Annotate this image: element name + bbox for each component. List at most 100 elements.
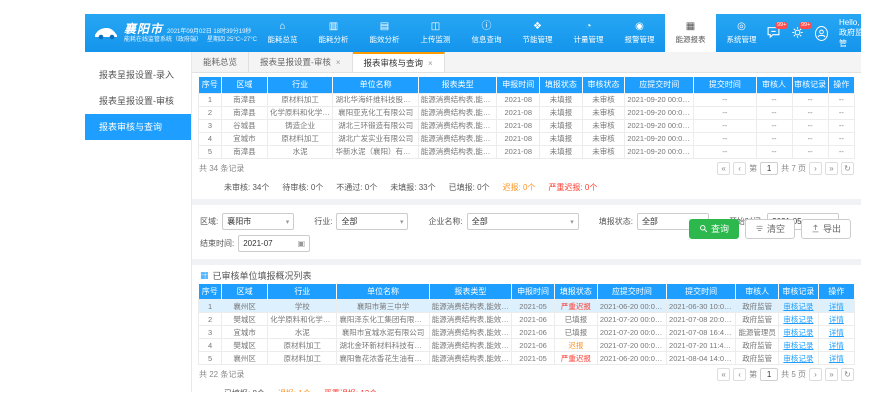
clear-button[interactable]: 清空: [745, 219, 795, 239]
region-select[interactable]: 襄阳市: [222, 213, 294, 230]
table-row[interactable]: 3宜城市水泥襄阳市宜城水泥有限公司能源消费结构表,能效指标值...2021-06…: [199, 326, 855, 339]
column-header: 填报状态: [540, 77, 583, 93]
audit-record-link[interactable]: 审核记录: [783, 341, 813, 350]
export-button[interactable]: 导出: [801, 219, 851, 239]
calendar-icon: [298, 239, 306, 248]
messages-button[interactable]: 99+: [767, 26, 780, 40]
record-count: 共 22 条记录: [199, 369, 244, 380]
tab-report-audit-query[interactable]: 报表审核与查询: [353, 52, 445, 72]
nav-energy-report[interactable]: 能源报表: [665, 14, 716, 52]
filter-field: 区域: 襄阳市: [200, 213, 294, 230]
column-header: 审核记录: [779, 284, 819, 300]
nav-energy-analysis[interactable]: 能耗分析: [308, 14, 359, 52]
table-row[interactable]: 3谷城县铸造企业湖北三环锻造有限公司能源消费结构表,能效指标值...2021-0…: [199, 119, 855, 132]
nav-label: 能源报表: [676, 34, 706, 45]
query-button[interactable]: 查询: [689, 219, 739, 239]
column-header: 审核状态: [582, 77, 625, 93]
refresh-button[interactable]: [841, 162, 854, 175]
page-prefix-label: 第: [749, 369, 757, 380]
detail-link[interactable]: 详情: [829, 354, 844, 363]
page-input[interactable]: 1: [760, 162, 778, 175]
nav-metering[interactable]: 计量管理: [563, 14, 614, 52]
stat-item: 待审核: 0个: [282, 182, 323, 193]
tab-label: 报表审核与查询: [364, 57, 424, 69]
company-select[interactable]: 全部: [467, 213, 579, 230]
refresh-button[interactable]: [841, 368, 854, 381]
page-input[interactable]: 1: [760, 368, 778, 381]
prev-page-button[interactable]: [733, 162, 746, 175]
nav-label: 能耗总览: [268, 34, 298, 45]
user-menu[interactable]: Hello,政府监管: [839, 18, 870, 49]
column-header: 序号: [199, 77, 222, 93]
table-row[interactable]: 2樊城区化学原料和化学制品制造业襄阳泽东化工集团有限公司能源消费结构表,能效指标…: [199, 313, 855, 326]
sidebar-item-label: 报表呈报设置-审核: [99, 96, 174, 106]
last-page-button[interactable]: [825, 368, 838, 381]
first-page-button[interactable]: [717, 162, 730, 175]
stat-item: 不通过: 0个: [336, 182, 377, 193]
sidebar-item-report-audit-setup[interactable]: 报表呈报设置-审核: [85, 88, 191, 114]
end-date-input[interactable]: 2021-07: [238, 235, 310, 252]
detail-link[interactable]: 详情: [829, 328, 844, 337]
alerts-button[interactable]: 99+: [791, 26, 804, 40]
divider: [192, 199, 861, 205]
sidebar-item-report-audit-query[interactable]: 报表审核与查询: [85, 114, 191, 140]
industry-select[interactable]: 全部: [336, 213, 408, 230]
pagination-table1: 共 34 条记录 第 1 共 7 页: [198, 159, 855, 178]
nav-label: 计量管理: [574, 34, 604, 45]
detail-link[interactable]: 详情: [829, 302, 844, 311]
nav-upload-monitor[interactable]: 上传监测: [410, 14, 461, 52]
clear-icon: [755, 224, 764, 233]
nav-energy-saving[interactable]: 节能管理: [512, 14, 563, 52]
table-row[interactable]: 1南漳县原材料加工湖北华海纤维科技股份有...能源消费结构表,能效指标值...2…: [199, 93, 855, 106]
alert-badge: 99+: [799, 22, 812, 29]
column-header: 应提交时间: [625, 77, 694, 93]
next-page-button[interactable]: [809, 368, 822, 381]
nav-system[interactable]: 系统管理: [716, 14, 767, 52]
column-header: 行业: [268, 284, 337, 300]
nav-alarm[interactable]: 报警管理: [614, 14, 665, 52]
nav-efficiency-analysis[interactable]: 能效分析: [359, 14, 410, 52]
close-icon[interactable]: [336, 58, 341, 67]
last-page-button[interactable]: [825, 162, 838, 175]
tab-report-setup-audit[interactable]: 报表呈报设置-审核: [249, 52, 353, 72]
stats-summary-table1: 未审核: 34个 待审核: 0个 不通过: 0个 未填报: 33个 已填报: 0…: [198, 178, 855, 197]
sidebar-item-report-entry[interactable]: 报表呈报设置-录入: [85, 62, 191, 88]
prev-page-button[interactable]: [733, 368, 746, 381]
column-header: 提交时间: [694, 77, 756, 93]
detail-link[interactable]: 详情: [829, 341, 844, 350]
section-header: 已审核单位填报概况列表: [198, 267, 855, 284]
table-row[interactable]: 5南漳县水泥华新水泥（襄阳）有限公司能源消费结构表,能效指标值...2021-0…: [199, 145, 855, 158]
audit-record-link[interactable]: 审核记录: [783, 328, 813, 337]
table-row[interactable]: 1襄州区学校襄阳市第三中学能源消费结构表,能效指标值...2021-05严重迟报…: [199, 300, 855, 313]
message-badge: 99+: [775, 22, 788, 29]
close-icon[interactable]: [428, 59, 433, 68]
column-header: 申报时间: [512, 284, 555, 300]
column-header: 提交时间: [667, 284, 736, 300]
city-name: 襄阳市: [124, 22, 163, 37]
audit-record-link[interactable]: 审核记录: [783, 354, 813, 363]
next-page-button[interactable]: [809, 162, 822, 175]
audit-record-link[interactable]: 审核记录: [783, 302, 813, 311]
audited-report-table: 序号区域行业单位名称报表类型申报时间填报状态应提交时间提交时间审核人审核记录操作…: [198, 284, 855, 366]
page-total-label: 共 7 页: [781, 163, 806, 174]
tab-energy-overview[interactable]: 能耗总览: [192, 52, 249, 72]
first-page-button[interactable]: [717, 368, 730, 381]
table-row[interactable]: 5襄州区原材料加工襄阳鲁花浓香花生油有限公司能源消费结构表,能效指标值...20…: [199, 352, 855, 365]
nav-energy-overview[interactable]: 能耗总览: [257, 14, 308, 52]
tab-label: 能耗总览: [203, 56, 237, 68]
column-header: 填报状态: [554, 284, 597, 300]
stat-item: 严重迟报: 13个: [324, 388, 377, 392]
table-row[interactable]: 4樊城区原材料加工湖北金环新材料科技有限公司能源消费结构表,能效指标值...20…: [199, 339, 855, 352]
nav-label: 报警管理: [625, 34, 655, 45]
avatar[interactable]: [815, 26, 828, 41]
column-header: 审核人: [756, 77, 792, 93]
leaf-icon: [533, 22, 542, 32]
nav-info-query[interactable]: 信息查询: [461, 14, 512, 52]
table-row[interactable]: 2南漳县化学原料和化学制品制造业襄阳亚克化工有限公司能源消费结构表,能效指标值.…: [199, 106, 855, 119]
audit-record-link[interactable]: 审核记录: [783, 315, 813, 324]
detail-link[interactable]: 详情: [829, 315, 844, 324]
column-header: 单位名称: [337, 284, 429, 300]
person-icon: [816, 28, 827, 39]
column-header: 应提交时间: [597, 284, 666, 300]
table-row[interactable]: 4宜城市原材料加工湖北广发实业有限公司能源消费结构表,能效指标值...2021-…: [199, 132, 855, 145]
